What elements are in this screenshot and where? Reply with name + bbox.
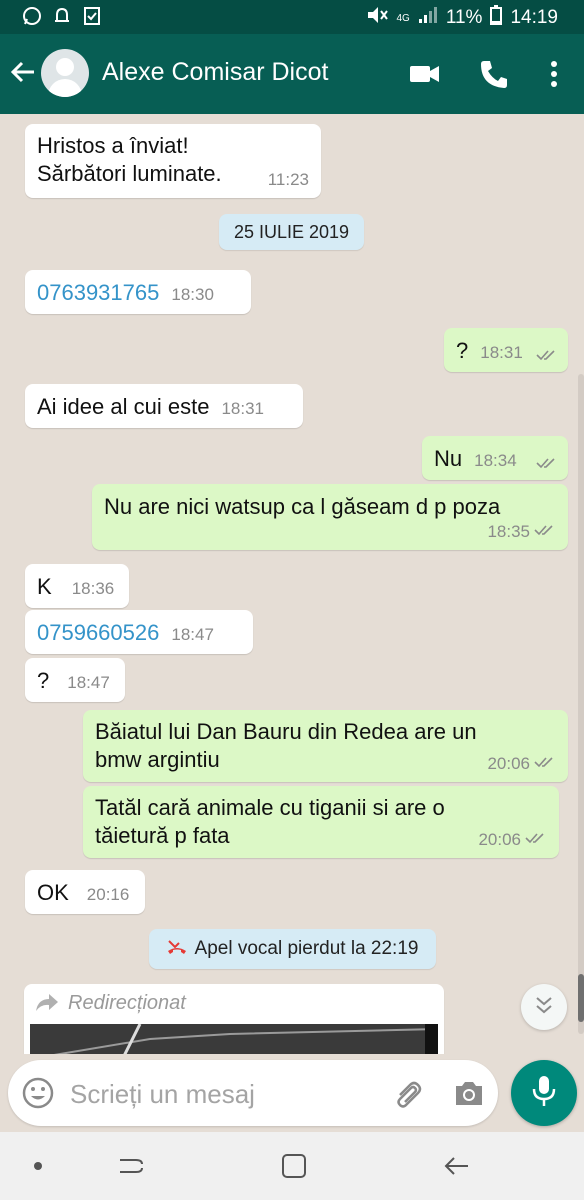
read-ticks-icon [536, 450, 558, 476]
status-bar: 4G 11% 14:19 [0, 0, 584, 34]
forwarded-image[interactable] [30, 1024, 438, 1054]
read-ticks-icon [536, 342, 558, 368]
chat-area[interactable]: Hristos a înviat! Sărbători luminate. 11… [0, 114, 584, 1054]
message-incoming[interactable]: OK 20:16 [25, 870, 145, 914]
status-time: 14:19 [510, 7, 558, 28]
message-text: Tatăl cară animale cu tiganii si are o [95, 795, 445, 820]
read-ticks-icon [534, 522, 556, 542]
read-ticks-icon [525, 830, 547, 850]
message-text: Băiatul lui Dan Bauru din Redea are un [95, 719, 477, 744]
message-time: 20:06 [478, 830, 521, 849]
message-outgoing[interactable]: Nu 18:34 [422, 436, 568, 480]
read-ticks-icon [534, 754, 556, 774]
system-nav-bar [0, 1132, 584, 1200]
message-text: Hristos a înviat! [37, 133, 189, 158]
scrollbar[interactable] [578, 374, 584, 1034]
emoji-icon[interactable] [22, 1077, 54, 1109]
microphone-icon [531, 1074, 557, 1113]
message-input[interactable]: Scrieți un mesaj [70, 1079, 255, 1110]
message-text: ? [37, 668, 50, 693]
forward-arrow-icon [34, 992, 60, 1014]
message-outgoing[interactable]: Tatăl cară animale cu tiganii si are o t… [83, 786, 559, 858]
message-incoming[interactable]: ? 18:47 [25, 658, 125, 702]
network-type: 4G [396, 12, 410, 24]
scrollbar-thumb[interactable] [578, 974, 584, 1022]
date-chip: 25 IULIE 2019 [219, 214, 364, 250]
nav-dot-icon[interactable] [24, 1150, 56, 1182]
message-incoming[interactable]: Hristos a înviat! Sărbători luminate. 11… [25, 124, 321, 198]
recent-apps-icon[interactable] [116, 1150, 148, 1182]
voice-record-button[interactable] [511, 1060, 577, 1126]
contact-name[interactable]: Alexe Comisar Dicot [102, 58, 328, 87]
message-time: 18:30 [171, 285, 214, 304]
message-time: 18:31 [221, 399, 264, 418]
message-outgoing[interactable]: Nu are nici watsup ca l găseam d p poza … [92, 484, 568, 550]
video-call-icon[interactable] [407, 56, 443, 92]
forwarded-label: Redirecționat [68, 992, 186, 1014]
back-arrow-icon[interactable] [8, 56, 40, 88]
message-text: Nu are nici watsup ca l găseam d p poza [104, 494, 501, 519]
signal-icon [418, 6, 438, 30]
message-incoming[interactable]: 0763931765 18:30 [25, 270, 251, 314]
home-icon[interactable] [278, 1150, 310, 1182]
message-time: 20:16 [86, 885, 130, 904]
more-options-icon[interactable] [536, 56, 572, 92]
chat-header: Alexe Comisar Dicot [0, 34, 584, 114]
message-time: 18:35 [487, 522, 530, 541]
message-text: K [37, 574, 52, 599]
message-time: 18:34 [474, 451, 517, 470]
message-time: 18:36 [71, 579, 115, 598]
message-text: Ai idee al cui este [37, 394, 210, 419]
avatar[interactable] [41, 49, 89, 97]
alarm-notification-icon [52, 6, 72, 26]
missed-call-chip[interactable]: Apel vocal pierdut la 22:19 [149, 929, 436, 969]
whatsapp-notification-icon [22, 6, 42, 26]
double-chevron-down-icon [533, 995, 555, 1020]
message-incoming[interactable]: K 18:36 [25, 564, 129, 608]
message-time: 18:47 [67, 673, 110, 692]
camera-icon[interactable] [452, 1077, 486, 1109]
message-text: Nu [434, 446, 463, 471]
battery-percent: 11% [445, 7, 483, 28]
message-time: 20:06 [487, 754, 530, 773]
message-outgoing[interactable]: ? 18:31 [444, 328, 568, 372]
message-outgoing[interactable]: Băiatul lui Dan Bauru din Redea are un b… [83, 710, 568, 782]
battery-icon [490, 5, 503, 31]
phone-link[interactable]: 0763931765 [37, 280, 159, 305]
phone-link[interactable]: 0759660526 [37, 620, 159, 645]
missed-call-text: Apel vocal pierdut la 22:19 [194, 938, 419, 959]
message-input-bar[interactable]: Scrieți un mesaj [8, 1060, 498, 1126]
message-text: OK [37, 880, 69, 905]
message-text: ? [456, 338, 469, 363]
mute-icon [366, 5, 389, 31]
message-time: 18:31 [480, 343, 523, 362]
message-incoming[interactable]: 0759660526 18:47 [25, 610, 253, 654]
scroll-down-button[interactable] [521, 984, 567, 1030]
task-notification-icon [82, 6, 102, 26]
message-time: 18:47 [171, 625, 214, 644]
voice-call-icon[interactable] [476, 56, 512, 92]
message-time: 11:23 [267, 170, 309, 189]
message-incoming[interactable]: Ai idee al cui este 18:31 [25, 384, 303, 428]
nav-back-icon[interactable] [440, 1150, 472, 1182]
forwarded-message[interactable]: Redirecționat [24, 984, 444, 1054]
attach-icon[interactable] [392, 1077, 424, 1109]
missed-call-icon [167, 937, 187, 961]
